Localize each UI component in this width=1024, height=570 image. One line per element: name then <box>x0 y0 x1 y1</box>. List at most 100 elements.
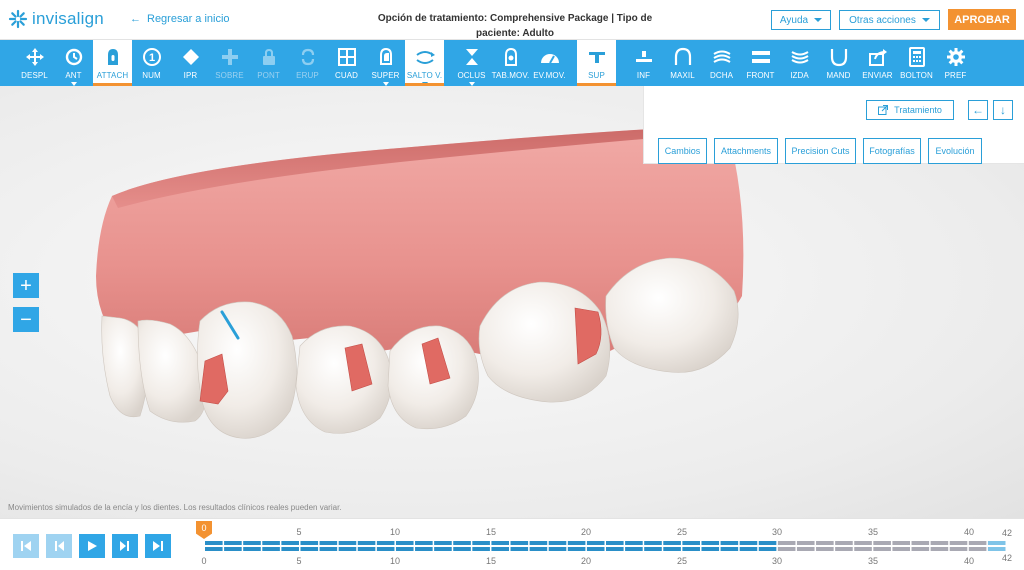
stage-segment[interactable] <box>835 547 853 551</box>
stage-segment[interactable] <box>205 547 223 551</box>
stage-segment[interactable] <box>796 547 815 551</box>
stage-segment[interactable] <box>854 541 872 545</box>
stage-segment[interactable] <box>892 541 911 545</box>
stage-segment[interactable] <box>205 541 223 545</box>
stage-segment[interactable] <box>720 541 739 545</box>
stage-segment[interactable] <box>434 547 452 551</box>
stage-segment[interactable] <box>625 547 643 551</box>
stage-segment[interactable] <box>567 541 586 545</box>
stage-segment[interactable] <box>930 547 949 551</box>
lower-stage-track[interactable] <box>205 547 1007 551</box>
stage-segment[interactable] <box>586 541 605 545</box>
stage-segment[interactable] <box>548 547 567 551</box>
stage-segment[interactable] <box>395 541 414 545</box>
stage-segment[interactable] <box>510 547 529 551</box>
last-stage-button[interactable] <box>145 534 171 558</box>
stage-segment[interactable] <box>625 541 643 545</box>
stage-segment[interactable] <box>835 541 853 545</box>
stage-segment[interactable] <box>376 547 395 551</box>
stage-segment[interactable] <box>357 541 376 545</box>
tool-salto[interactable]: SALTO V. <box>405 40 444 86</box>
first-stage-button[interactable] <box>13 534 39 558</box>
stage-segment[interactable] <box>510 541 529 545</box>
stage-segment[interactable] <box>224 547 242 551</box>
stage-segment[interactable] <box>644 541 662 545</box>
stage-segment[interactable] <box>911 547 930 551</box>
tool-cuad[interactable]: CUAD <box>327 40 366 86</box>
upper-stage-track[interactable] <box>205 541 1007 545</box>
stage-segment[interactable] <box>796 541 815 545</box>
stage-segment[interactable] <box>529 547 548 551</box>
next-stage-button[interactable] <box>112 534 138 558</box>
tab-precision-cuts[interactable]: Precision Cuts <box>785 138 856 164</box>
tab-evolucion[interactable]: Evolución <box>928 138 982 164</box>
stage-segment[interactable] <box>663 547 681 551</box>
stage-segment[interactable] <box>415 541 433 545</box>
tool-evmov[interactable]: EV.MOV. <box>530 40 569 86</box>
tool-pref[interactable]: PREF <box>936 40 975 86</box>
stage-segment[interactable] <box>987 547 1006 551</box>
stage-segment[interactable] <box>873 547 891 551</box>
stage-segment[interactable] <box>739 547 758 551</box>
stage-segment[interactable] <box>357 547 376 551</box>
stage-segment[interactable] <box>987 541 1006 545</box>
stage-segment[interactable] <box>300 547 319 551</box>
stage-segment[interactable] <box>472 547 490 551</box>
stage-segment[interactable] <box>949 541 968 545</box>
stage-segment[interactable] <box>395 547 414 551</box>
stage-segment[interactable] <box>911 541 930 545</box>
back-to-home-link[interactable]: ← Regresar a inicio <box>130 13 230 25</box>
stage-segment[interactable] <box>949 547 968 551</box>
tool-maxil[interactable]: MAXIL <box>663 40 702 86</box>
treatment-button[interactable]: Tratamiento <box>866 100 954 120</box>
stage-segment[interactable] <box>491 541 510 545</box>
tool-front[interactable]: FRONT <box>741 40 780 86</box>
stage-segment[interactable] <box>606 541 624 545</box>
stage-segment[interactable] <box>472 541 490 545</box>
stage-segment[interactable] <box>243 547 261 551</box>
stage-segment[interactable] <box>262 541 280 545</box>
other-actions-dropdown[interactable]: Otras acciones <box>839 10 940 30</box>
tab-attachments[interactable]: Attachments <box>714 138 778 164</box>
stage-segment[interactable] <box>491 547 510 551</box>
stage-segment[interactable] <box>873 541 891 545</box>
stage-segment[interactable] <box>262 547 280 551</box>
zoom-in-button[interactable]: + <box>13 273 39 298</box>
tab-fotografias[interactable]: Fotografías <box>863 138 921 164</box>
stage-segment[interactable] <box>586 547 605 551</box>
stage-segment[interactable] <box>434 541 452 545</box>
stage-segment[interactable] <box>548 541 567 545</box>
stage-segment[interactable] <box>376 541 395 545</box>
tool-ipr[interactable]: IPR <box>171 40 210 86</box>
tool-despl[interactable]: DESPL <box>15 40 54 86</box>
stage-segment[interactable] <box>281 547 299 551</box>
stage-segment[interactable] <box>644 547 662 551</box>
stage-segment[interactable] <box>453 541 471 545</box>
stage-segment[interactable] <box>968 547 987 551</box>
stage-segment[interactable] <box>453 547 471 551</box>
stage-segment[interactable] <box>338 547 357 551</box>
tool-ant[interactable]: ANT <box>54 40 93 86</box>
tool-sup[interactable]: SUP <box>577 40 616 86</box>
tool-enviar[interactable]: ENVIAR <box>858 40 897 86</box>
tab-cambios[interactable]: Cambios <box>658 138 707 164</box>
stage-segment[interactable] <box>739 541 758 545</box>
stage-segment[interactable] <box>758 547 777 551</box>
stage-segment[interactable] <box>682 541 700 545</box>
stage-segment[interactable] <box>701 547 720 551</box>
tool-mand[interactable]: MAND <box>819 40 858 86</box>
stage-segment[interactable] <box>300 541 319 545</box>
stage-segment[interactable] <box>319 541 338 545</box>
tool-inf[interactable]: INF <box>624 40 663 86</box>
stage-segment[interactable] <box>682 547 700 551</box>
help-dropdown[interactable]: Ayuda <box>771 10 831 30</box>
tool-num[interactable]: 1 NUM <box>132 40 171 86</box>
stage-segment[interactable] <box>720 547 739 551</box>
arrow-down-button[interactable]: ↓ <box>993 100 1013 120</box>
invisalign-logo[interactable]: invisalign <box>8 9 104 29</box>
stage-segment[interactable] <box>415 547 433 551</box>
stage-segment[interactable] <box>758 541 777 545</box>
tool-attach[interactable]: ATTACH <box>93 40 132 86</box>
stage-segment[interactable] <box>529 541 548 545</box>
stage-segment[interactable] <box>606 547 624 551</box>
